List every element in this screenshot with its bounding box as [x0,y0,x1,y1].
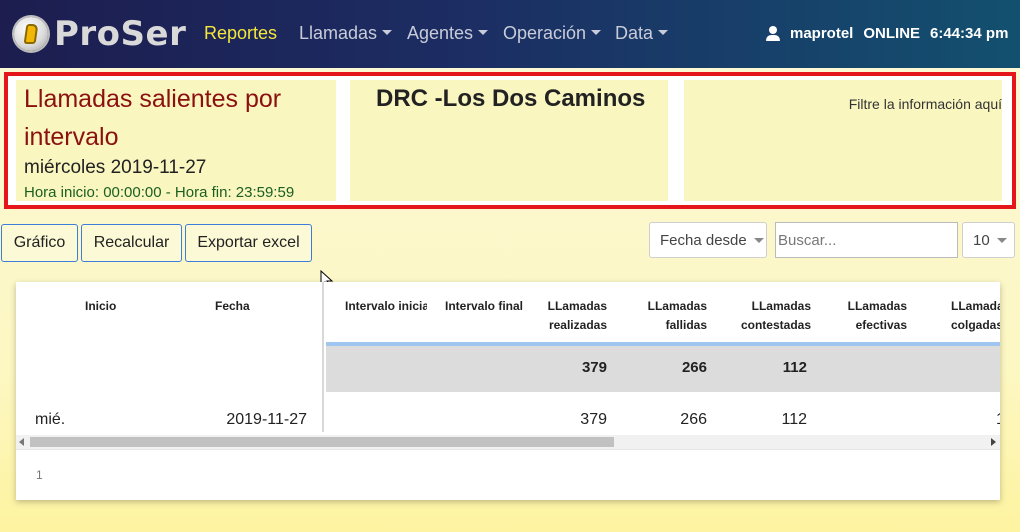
top-navbar: ProSer Reportes Llamadas Agentes Operaci… [0,0,1020,68]
brand-name: ProSer [54,14,187,54]
nav-reportes[interactable]: Reportes [204,23,277,44]
summary-contestadas: 112 [782,359,807,376]
col-header-intervalo-inicial[interactable]: Intervalo inicial [345,297,427,316]
page-size-value: 10 [973,231,990,249]
nav-operacion-dropdown[interactable]: Operación [503,23,602,44]
chevron-down-icon [996,237,1007,243]
col-label-2: efectivas [855,318,907,332]
data-table: Inicio Fecha Intervalo inicial Intervalo… [16,282,1000,500]
recalculate-button[interactable]: Recalcular [81,224,182,262]
table-footer-divider [16,449,1000,450]
filter-hint[interactable]: Filtre la información aquí [849,96,1002,112]
username: maprotel [790,25,854,42]
scrollbar-thumb[interactable] [30,437,614,447]
col-header-inicio[interactable]: Inicio [85,297,116,316]
col-header-fecha[interactable]: Fecha [215,297,250,316]
chevron-down-icon [658,29,669,35]
nav-operacion-label: Operación [503,23,587,43]
nav-llamadas-dropdown[interactable]: Llamadas [299,23,393,44]
col-label: Fecha [215,299,250,313]
summary-fallidas: 266 [681,359,707,376]
col-label-2: contestadas [740,318,811,332]
row-inicio: mié. [35,411,66,428]
date-filter-value: Fecha desde [660,231,747,249]
search-input[interactable] [775,222,958,258]
site-column: DRC -Los Dos Caminos [350,80,668,201]
report-hours: Hora inicio: 00:00:00 - Hora fin: 23:59:… [24,184,295,201]
col-header-fallidas[interactable]: LLamadas fallidas [616,297,707,335]
report-date: miércoles 2019-11-27 [24,157,207,178]
row-colgadas: 1 [996,411,1000,429]
nav-data-dropdown[interactable]: Data [615,23,669,44]
report-header-panel: Llamadas salientes por intervalo miércol… [4,72,1016,209]
col-header-colgadas[interactable]: LLamadas colgadas [951,297,1000,335]
online-status: ONLINE [863,25,921,42]
horizontal-scrollbar[interactable] [16,435,1000,449]
col-header-efectivas[interactable]: LLamadas efectivas [816,297,907,335]
summary-realizadas: 379 [581,359,607,376]
col-label: Intervalo final [445,299,524,313]
col-header-intervalo-final[interactable]: Intervalo final [445,297,523,316]
date-filter-select[interactable]: Fecha desde [649,222,767,258]
col-header-realizadas[interactable]: LLamadas realizadas [516,297,607,335]
col-label: LLamadas [951,299,1000,313]
chevron-down-icon [753,237,764,243]
page-size-select[interactable]: 10 [962,222,1015,258]
pagination-page[interactable]: 1 [36,468,43,482]
chart-button[interactable]: Gráfico [1,224,78,262]
chevron-down-icon [591,29,602,35]
col-label: LLamadas [547,299,607,313]
col-label: Intervalo inicial [345,299,427,313]
col-header-contestadas[interactable]: LLamadas contestadas [716,297,811,335]
row-contestadas: 112 [781,411,807,428]
col-label: LLamadas [847,299,907,313]
report-info-column: Llamadas salientes por intervalo miércol… [16,80,336,201]
brand[interactable]: ProSer [14,14,186,54]
site-title: DRC -Los Dos Caminos [376,85,646,112]
clock-time: 6:44:34 pm [930,25,1009,42]
filter-column[interactable]: Filtre la información aquí [684,80,1002,201]
row-fecha: 2019-11-27 [226,411,307,428]
frozen-column-divider [322,282,324,432]
export-excel-button[interactable]: Exportar excel [185,224,312,262]
col-label-2: colgadas [951,318,1000,332]
col-label-2: fallidas [665,318,707,332]
nav-llamadas-label: Llamadas [299,23,378,43]
user-icon [766,26,780,41]
row-realizadas: 379 [580,411,607,428]
scroll-left-icon[interactable] [19,438,24,446]
col-label: LLamadas [647,299,707,313]
user-info[interactable]: maprotel ONLINE 6:44:34 pm [766,25,1008,42]
row-fallidas: 266 [680,411,707,428]
proser-logo-icon [14,17,48,51]
chevron-down-icon [478,29,489,35]
nav-agentes-label: Agentes [407,23,474,43]
nav-reportes-label: Reportes [204,23,278,43]
nav-agentes-dropdown[interactable]: Agentes [407,23,489,44]
report-title: Llamadas salientes por intervalo [24,85,282,151]
chevron-down-icon [382,29,393,35]
col-label: Inicio [85,299,117,313]
col-label-2: realizadas [548,318,607,332]
nav-data-label: Data [615,23,654,43]
col-label: LLamadas [751,299,811,313]
scroll-right-icon[interactable] [991,438,996,446]
